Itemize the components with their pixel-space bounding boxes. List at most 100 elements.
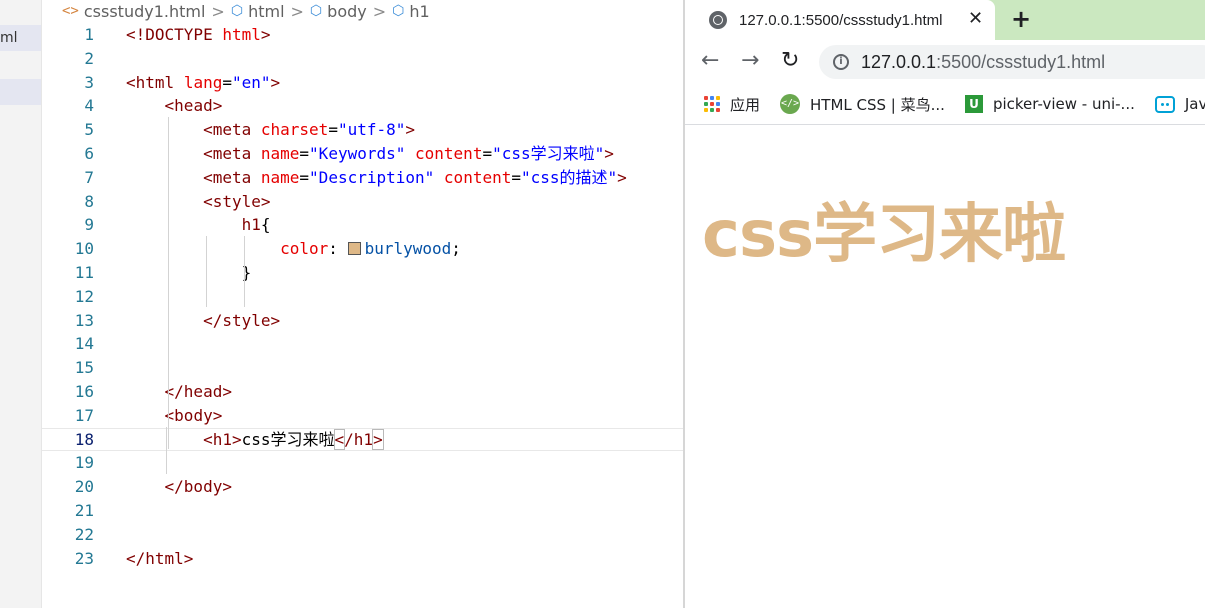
code-token: <!DOCTYPE [126,25,223,44]
code-token: "Keywords" [309,143,406,163]
code-lines[interactable]: 1 <!DOCTYPE html> 2 3 <html lang="en"> 4 <hea… [42,23,683,570]
line-number: 3 [84,72,94,92]
bookmark-bilibili[interactable]: Java [1154,95,1205,113]
breadcrumb-item-h1[interactable]: h1 [409,2,429,21]
code-line[interactable]: 11 } [42,261,683,285]
line-number: 8 [84,191,94,211]
code-line[interactable]: 12 [42,285,683,309]
line-number: 21 [74,500,94,520]
code-token: css学习来啦 [241,429,335,449]
bookmark-apps[interactable]: 应用 [704,94,760,115]
line-number: 4 [84,96,94,116]
breadcrumb-item-file[interactable]: cssstudy1.html [84,2,206,21]
code-line[interactable]: 3 <html lang="en"> [42,71,683,95]
code-line[interactable]: 17 <body> [42,404,683,428]
code-token: head [174,96,213,116]
code-token: head [183,381,223,401]
code-line[interactable]: 7 <meta name="Description" content="css的… [42,166,683,190]
line-text: h1{ [126,213,271,237]
line-number: 22 [74,524,94,544]
bookmark-runoob[interactable]: </> HTML CSS | 菜鸟... [780,94,945,115]
indent-guide [168,117,169,449]
code-token: </ [126,548,146,568]
line-text: <meta name="Description" content="css的描述… [126,166,627,190]
indent-guide [166,427,167,474]
line-number: 11 [74,262,94,282]
code-token: > [270,72,281,92]
line-text: </html> [126,547,193,571]
code-token: "css学习来啦" [492,143,605,163]
url-text[interactable]: 127.0.0.1:5500/cssstudy1.html [861,52,1105,73]
bookmark-uniapp[interactable]: U picker-view - uni-... [964,95,1135,113]
browser-tab[interactable]: 127.0.0.1:5500/cssstudy1.html ✕ [685,0,995,40]
line-number: 1 [84,25,94,44]
code-line[interactable]: 2 [42,47,683,71]
code-token: h1 [241,215,261,235]
back-button[interactable]: ← [701,49,719,73]
line-text: <meta name="Keywords" content="css学习来啦"> [126,142,614,166]
line-text: <html lang="en"> [126,71,280,95]
code-token: > [260,191,271,211]
line-number: 10 [74,239,94,259]
code-token: < [203,191,213,211]
new-tab-button[interactable]: + [1011,5,1031,33]
code-line[interactable]: 15 [42,356,683,380]
code-line[interactable]: 22 [42,523,683,547]
line-text: </style> [126,309,280,333]
breadcrumb-separator: > [290,1,304,21]
line-number: 7 [84,167,94,187]
code-token: color [280,239,329,259]
code-line[interactable]: 6 <meta name="Keywords" content="css学习来啦… [42,142,683,166]
breadcrumb-item-html[interactable]: html [248,2,284,21]
code-line[interactable]: 5 <meta charset="utf-8"> [42,118,683,142]
code-line[interactable]: 10 color: burlywood; [42,237,683,261]
code-line[interactable]: 21 [42,499,683,523]
code-line[interactable]: 8 <style> [42,190,683,214]
code-line[interactable]: 1 <!DOCTYPE html> [42,23,683,47]
code-token: < [164,405,175,425]
code-token: "css的描述" [521,167,618,187]
code-line[interactable]: 14 [42,332,683,356]
explorer-selected-row[interactable] [0,79,41,105]
forward-button[interactable]: → [741,49,759,73]
code-line[interactable]: 19 [42,451,683,475]
code-line[interactable]: 16 </head> [42,380,683,404]
code-token: { [260,215,271,235]
code-line[interactable]: 13 </style> [42,309,683,333]
url-host: 127.0.0.1 [861,51,937,72]
line-number: 9 [84,215,94,235]
code-token: burlywood [364,239,452,259]
line-text: <style> [126,190,271,214]
code-line[interactable]: 23 </html> [42,547,683,571]
reload-button[interactable]: ↻ [781,49,799,73]
breadcrumb-separator: > [211,1,225,21]
info-icon[interactable]: i [833,54,849,70]
address-bar[interactable]: i 127.0.0.1:5500/cssstudy1.html [819,45,1205,79]
explorer-file-item[interactable]: ml [0,25,41,51]
bookmarks-bar: 应用 </> HTML CSS | 菜鸟... U picker-view - … [685,84,1205,125]
breadcrumb-item-body[interactable]: body [327,2,367,21]
code-token: "Description" [309,167,435,187]
code-token: > [212,405,223,425]
close-tab-icon[interactable]: ✕ [968,8,983,29]
bookmark-label: HTML CSS | 菜鸟... [810,95,945,114]
line-text: <!DOCTYPE html> [126,23,271,47]
code-line[interactable]: 9 h1{ [42,213,683,237]
color-swatch[interactable] [347,242,361,256]
code-token: > [260,25,271,44]
tab-bar: 127.0.0.1:5500/cssstudy1.html ✕ + [685,0,1205,40]
line-text: <body> [126,404,223,428]
code-line[interactable]: 4 <head> [42,94,683,118]
code-token: < [203,167,213,187]
bracket-highlight: > [372,428,384,450]
code-editor[interactable]: <> cssstudy1.html > ⬡ html > ⬡ body > ⬡ … [42,0,683,608]
code-line[interactable]: 20 </body> [42,475,683,499]
code-line[interactable]: 18 <h1>css学习来啦</h1> [42,427,683,452]
browser-window: 127.0.0.1:5500/cssstudy1.html ✕ + ← → ↻ … [685,0,1205,608]
code-token: h1 [212,429,232,449]
code-token: "en" [231,72,271,92]
